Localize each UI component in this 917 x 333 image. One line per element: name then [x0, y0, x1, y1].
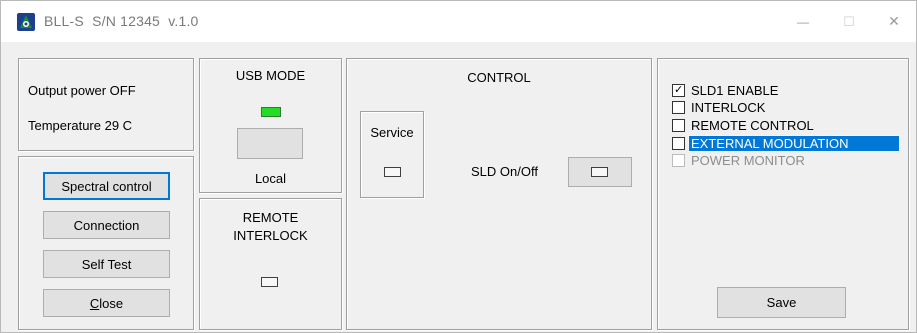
option-external-modulation[interactable]: EXTERNAL MODULATION — [672, 135, 901, 152]
close-icon: ✕ — [888, 13, 900, 29]
spectral-control-button[interactable]: Spectral control — [43, 172, 170, 200]
usb-status-led — [261, 107, 281, 117]
interlock-label: INTERLOCK — [691, 100, 766, 115]
minimize-icon: — — [797, 14, 809, 29]
close-rest: lose — [99, 295, 124, 311]
output-power-status: Output power OFF — [28, 83, 136, 98]
sld1-enable-checkbox[interactable]: ✓ — [672, 84, 685, 97]
option-remote-control[interactable]: REMOTE CONTROL — [672, 117, 816, 134]
save-button[interactable]: Save — [717, 287, 846, 318]
app-window: BLL-S S/N 12345 v.1.0 — ☐ ✕ Output power… — [0, 0, 917, 333]
control-title: CONTROL — [467, 70, 531, 85]
sld-indicator — [591, 167, 608, 177]
external-modulation-label: EXTERNAL MODULATION — [687, 135, 901, 152]
self-test-button[interactable]: Self Test — [43, 250, 170, 278]
interlock-checkbox[interactable] — [672, 101, 685, 114]
close-window-button[interactable]: ✕ — [871, 1, 917, 42]
maximize-button[interactable]: ☐ — [826, 1, 872, 42]
laser-app-icon — [17, 13, 35, 31]
maximize-icon: ☐ — [843, 13, 855, 29]
sld-on-off-label: SLD On/Off — [471, 164, 538, 179]
service-label: Service — [370, 125, 414, 140]
service-indicator — [384, 167, 401, 177]
close-accel: C — [89, 295, 100, 311]
usb-mode-toggle-button[interactable] — [237, 128, 303, 159]
external-modulation-checkbox[interactable] — [672, 137, 685, 150]
option-interlock[interactable]: INTERLOCK — [672, 99, 767, 116]
sld1-enable-label: SLD1 ENABLE — [691, 83, 779, 98]
minimize-button[interactable]: — — [780, 1, 826, 42]
remote-interlock-title-2: INTERLOCK — [233, 228, 308, 243]
remote-control-checkbox[interactable] — [672, 119, 685, 132]
power-monitor-checkbox — [672, 154, 685, 167]
usb-mode-label: Local — [254, 171, 287, 186]
close-button[interactable]: Close — [43, 289, 170, 317]
remote-interlock-title-1: REMOTE — [242, 210, 299, 225]
connection-button[interactable]: Connection — [43, 211, 170, 239]
title-bar[interactable]: BLL-S S/N 12345 v.1.0 — ☐ ✕ — [1, 1, 916, 42]
option-power-monitor: POWER MONITOR — [672, 152, 807, 169]
remote-control-label: REMOTE CONTROL — [691, 118, 814, 133]
usb-mode-title: USB MODE — [235, 68, 306, 83]
window-title: BLL-S S/N 12345 v.1.0 — [44, 13, 199, 29]
status-panel — [18, 58, 194, 151]
option-sld1-enable[interactable]: ✓ SLD1 ENABLE — [672, 82, 780, 99]
checkmark-icon: ✓ — [674, 84, 684, 96]
power-monitor-label: POWER MONITOR — [691, 153, 805, 168]
temperature-status: Temperature 29 C — [28, 118, 133, 133]
remote-interlock-indicator — [261, 277, 278, 287]
